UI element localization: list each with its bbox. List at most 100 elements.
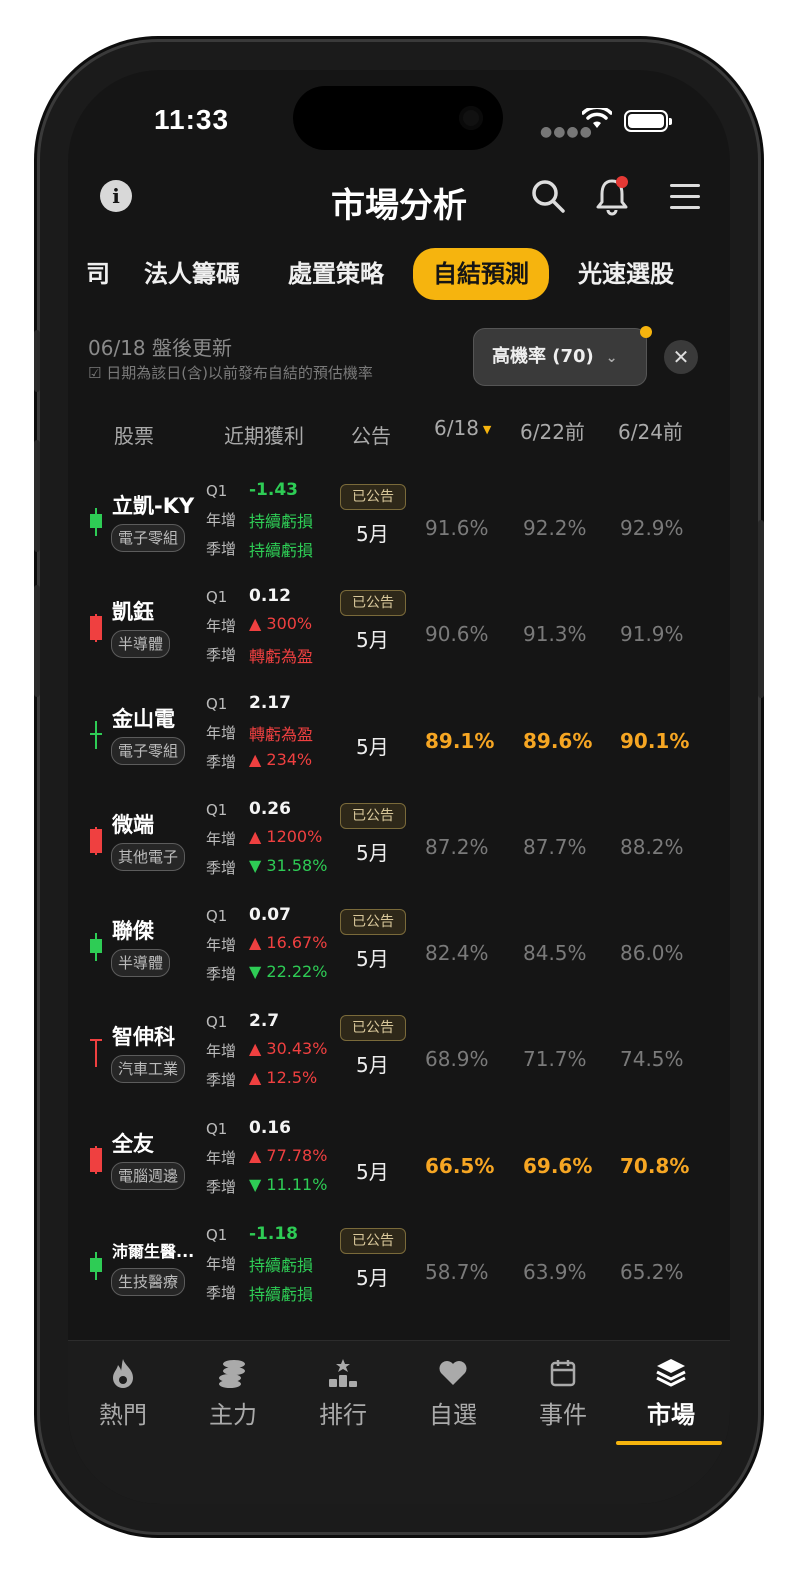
announced-badge: 已公告 xyxy=(340,590,406,617)
close-button[interactable]: ✕ xyxy=(664,340,698,374)
nav-watchlist[interactable]: 自選 xyxy=(398,1355,508,1430)
announce-month: 5月 xyxy=(356,1159,389,1184)
tab-institutional[interactable]: 法人籌碼 xyxy=(144,248,240,300)
tab-quick-screener[interactable]: 光速選股 xyxy=(578,248,674,300)
q1-label: Q1 xyxy=(206,588,228,607)
nav-events[interactable]: 事件 xyxy=(508,1355,618,1430)
industry-tag[interactable]: 電子零組 xyxy=(111,524,186,552)
announced-badge: 已公告 xyxy=(340,1015,406,1042)
probability-d2: 91.3% xyxy=(523,622,587,647)
filter-label: 高機率 (70) xyxy=(492,346,594,367)
nav-watchlist-label: 自選 xyxy=(429,1401,477,1429)
probability-d1: 89.1% xyxy=(425,728,495,753)
yoy-label: 年增 xyxy=(206,1042,237,1061)
table-row[interactable]: 金山電 電子零組 Q1 2.17 年增 轉虧為盈 季增 ▲ 234% 5月 89… xyxy=(68,689,730,795)
q1-label: Q1 xyxy=(206,1119,228,1138)
q1-eps: -1.18 xyxy=(249,1224,298,1245)
column-header-date-3[interactable]: 6/24前 xyxy=(618,416,683,445)
candlestick-icon xyxy=(90,508,102,536)
stock-name: 微端 xyxy=(112,812,154,837)
probability-d3: 65.2% xyxy=(620,1260,684,1285)
qoq-value: ▲ 12.5% xyxy=(249,1068,318,1088)
stock-name: 立凱-KY xyxy=(112,494,195,518)
wifi-icon xyxy=(582,108,612,128)
stock-name: 金山電 xyxy=(112,706,175,731)
yoy-label: 年增 xyxy=(206,1148,237,1167)
industry-tag[interactable]: 生技醫療 xyxy=(111,1268,186,1297)
q1-eps: -1.43 xyxy=(249,480,298,500)
nav-market[interactable]: 市場 xyxy=(616,1355,726,1430)
qoq-label: 季增 xyxy=(206,965,237,984)
yoy-label: 年增 xyxy=(206,617,237,636)
stock-name: 沛爾生醫... xyxy=(112,1242,195,1262)
yoy-label: 年增 xyxy=(206,511,237,529)
table-row[interactable]: 聯傑 半導體 Q1 0.07 年增 ▲ 16.67% 季增 ▼ 22.22% 已… xyxy=(68,901,730,1007)
app-screen: 11:33 ●●●● i 市場分析 司 法人籌碼 處置策略 自結預測 光速選股 … xyxy=(68,70,730,1504)
search-icon[interactable] xyxy=(530,178,566,214)
q1-eps: 2.7 xyxy=(249,1011,280,1032)
flame-icon xyxy=(113,1359,133,1388)
industry-tag[interactable]: 電腦週邊 xyxy=(111,1161,186,1190)
industry-tag[interactable]: 電子零組 xyxy=(111,736,186,765)
yoy-value: ▲ 1200% xyxy=(249,826,323,846)
yoy-value: ▲ 300% xyxy=(249,614,313,634)
volume-up-button xyxy=(34,440,40,552)
announce-month: 5月 xyxy=(356,628,389,653)
column-header-announcement[interactable]: 公告 xyxy=(351,420,391,449)
q1-label: Q1 xyxy=(206,694,228,713)
qoq-label: 季增 xyxy=(206,1284,237,1303)
probability-d2: 84.5% xyxy=(523,941,587,966)
probability-filter-dropdown[interactable]: 高機率 (70) ⌄ xyxy=(473,328,647,386)
q1-label: Q1 xyxy=(206,1013,228,1032)
active-tab-indicator xyxy=(616,1441,722,1445)
industry-tag[interactable]: 半導體 xyxy=(111,630,171,659)
q1-label: Q1 xyxy=(206,482,228,500)
announce-month: 5月 xyxy=(356,840,389,865)
stock-name: 全友 xyxy=(112,1131,154,1156)
tab-disposal-strategy[interactable]: 處置策略 xyxy=(288,248,384,300)
probability-d3: 88.2% xyxy=(620,834,684,859)
qoq-value: 持續虧損 xyxy=(249,541,314,560)
q1-eps: 0.07 xyxy=(249,905,291,926)
update-date: 06/18 盤後更新 xyxy=(88,336,232,360)
nav-main-force[interactable]: 主力 xyxy=(178,1355,288,1430)
status-time: 11:33 xyxy=(154,104,230,135)
nav-hot-label: 熱門 xyxy=(99,1401,147,1429)
table-row[interactable]: 凱鈺 半導體 Q1 0.12 年增 ▲ 300% 季增 轉虧為盈 已公告 5月 … xyxy=(68,582,730,688)
column-header-recent-profit[interactable]: 近期獲利 xyxy=(224,420,304,449)
probability-d2: 71.7% xyxy=(523,1047,587,1072)
column-header-date-2[interactable]: 6/22前 xyxy=(520,416,585,445)
q1-eps: 0.26 xyxy=(249,798,291,819)
sort-desc-icon: ▼ xyxy=(482,423,492,436)
announced-badge: 已公告 xyxy=(340,909,406,936)
column-header-stock[interactable]: 股票 xyxy=(114,420,154,449)
tab-self-settlement-forecast[interactable]: 自結預測 xyxy=(413,248,549,300)
industry-tag[interactable]: 汽車工業 xyxy=(111,1055,186,1084)
table-row[interactable]: 全友 電腦週邊 Q1 0.16 年增 ▲ 77.78% 季增 ▼ 11.11% … xyxy=(68,1114,730,1220)
table-row[interactable]: 立凱-KY 電子零組 Q1 -1.43 年增 持續虧損 季增 持續虧損 已公告 … xyxy=(68,476,730,582)
heart-icon xyxy=(439,1361,467,1385)
column-header-date-1[interactable]: 6/18 ▼ xyxy=(434,416,491,440)
nav-main-force-label: 主力 xyxy=(209,1401,257,1429)
table-row[interactable]: 沛爾生醫... 生技醫療 Q1 -1.18 年增 持續虧損 季增 持續虧損 已公… xyxy=(68,1220,730,1326)
industry-tag[interactable]: 其他電子 xyxy=(111,842,186,871)
probability-d2: 92.2% xyxy=(523,516,587,540)
nav-hot[interactable]: 熱門 xyxy=(68,1355,178,1430)
menu-icon[interactable] xyxy=(670,184,700,217)
probability-d2: 87.7% xyxy=(523,834,587,859)
calendar-icon xyxy=(550,1360,576,1387)
update-note: ☑ 日期為該日(含)以前發布自結的預估機率 xyxy=(88,364,373,382)
probability-d3: 91.9% xyxy=(620,622,684,647)
industry-tag[interactable]: 半導體 xyxy=(111,949,171,978)
table-row[interactable]: 智伸科 汽車工業 Q1 2.7 年增 ▲ 30.43% 季增 ▲ 12.5% 已… xyxy=(68,1007,730,1113)
notification-badge xyxy=(616,176,628,188)
probability-d3: 90.1% xyxy=(620,728,690,753)
stock-name: 聯傑 xyxy=(112,919,154,944)
yoy-value: ▲ 30.43% xyxy=(249,1039,328,1059)
table-row[interactable]: 微端 其他電子 Q1 0.26 年增 ▲ 1200% 季增 ▼ 31.58% 已… xyxy=(68,795,730,901)
announced-badge: 已公告 xyxy=(340,802,406,829)
nav-ranking[interactable]: 排行 xyxy=(288,1355,398,1430)
stock-name: 凱鈺 xyxy=(112,600,154,625)
tab-partial[interactable]: 司 xyxy=(86,248,110,300)
announce-month: 5月 xyxy=(356,947,389,972)
